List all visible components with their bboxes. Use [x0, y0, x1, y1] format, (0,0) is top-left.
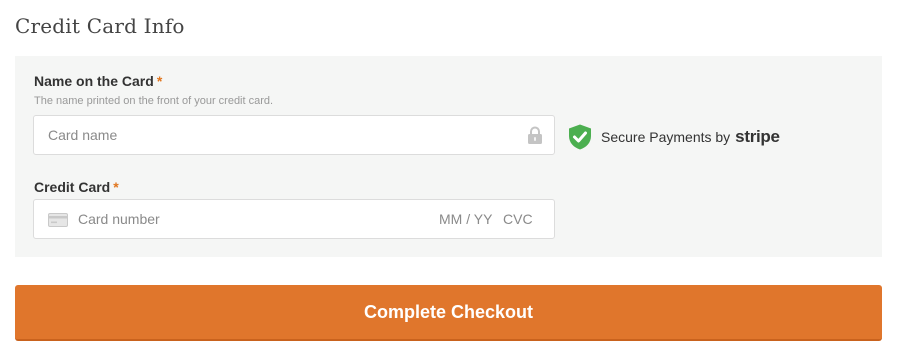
- name-on-card-label: Name on the Card *: [34, 73, 162, 89]
- credit-card-label-text: Credit Card: [34, 179, 111, 195]
- credit-card-label: Credit Card *: [34, 179, 119, 195]
- section-title: Credit Card Info: [15, 14, 185, 38]
- shield-check-icon: [569, 124, 591, 150]
- lock-icon: [528, 126, 542, 144]
- name-on-card-hint: The name printed on the front of your cr…: [34, 95, 274, 107]
- credit-card-icon: [48, 213, 68, 227]
- secure-payments-text: Secure Payments by: [601, 129, 731, 145]
- required-mark: *: [156, 73, 163, 89]
- card-name-field[interactable]: [33, 115, 555, 155]
- card-number-input[interactable]: [78, 200, 378, 238]
- complete-checkout-button[interactable]: Complete Checkout: [15, 285, 882, 341]
- required-mark: *: [113, 179, 119, 195]
- expiry-input[interactable]: MM / YY: [439, 211, 492, 227]
- secure-payments-badge: Secure Payments by stripe: [568, 124, 780, 150]
- card-name-input[interactable]: [48, 116, 468, 154]
- cvc-input[interactable]: CVC: [503, 211, 533, 227]
- card-number-field[interactable]: MM / YY CVC: [33, 199, 555, 239]
- name-on-card-label-text: Name on the Card: [34, 73, 154, 89]
- stripe-logo: stripe: [735, 127, 780, 146]
- credit-card-panel: Name on the Card * The name printed on th…: [15, 56, 882, 257]
